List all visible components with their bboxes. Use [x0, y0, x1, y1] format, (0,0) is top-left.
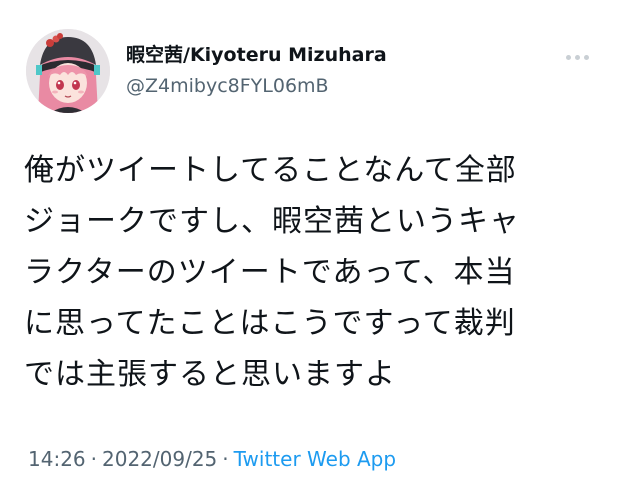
tweet-card: 暇空茜/Kiyoteru Mizuhara @Z4mibyc8FYL06mB 俺… — [0, 0, 621, 494]
avatar[interactable] — [26, 29, 110, 113]
more-horizontal-icon — [565, 54, 589, 60]
more-button[interactable] — [560, 46, 594, 68]
tweet-time[interactable]: 14:26 — [28, 447, 86, 471]
display-name[interactable]: 暇空茜/Kiyoteru Mizuhara — [126, 43, 526, 67]
tweet-text: 俺がツイートしてることなんて全部 ジョークですし、暇空茜というキャ ラクターのツ… — [24, 153, 520, 392]
more-dot — [574, 54, 580, 60]
tweet-date[interactable]: 2022/09/25 — [102, 447, 217, 471]
meta-separator: · — [222, 447, 229, 471]
user-handle[interactable]: @Z4mibyc8FYL06mB — [126, 74, 526, 98]
source-link[interactable]: Twitter Web App — [234, 447, 396, 471]
more-dot — [565, 54, 571, 60]
more-dot — [583, 54, 589, 60]
avatar-image — [26, 29, 110, 113]
user-name-block: 暇空茜/Kiyoteru Mizuhara @Z4mibyc8FYL06mB — [126, 43, 526, 98]
meta-separator: · — [90, 447, 97, 471]
tweet-meta: 14:26 · 2022/09/25 · Twitter Web App — [28, 445, 396, 473]
